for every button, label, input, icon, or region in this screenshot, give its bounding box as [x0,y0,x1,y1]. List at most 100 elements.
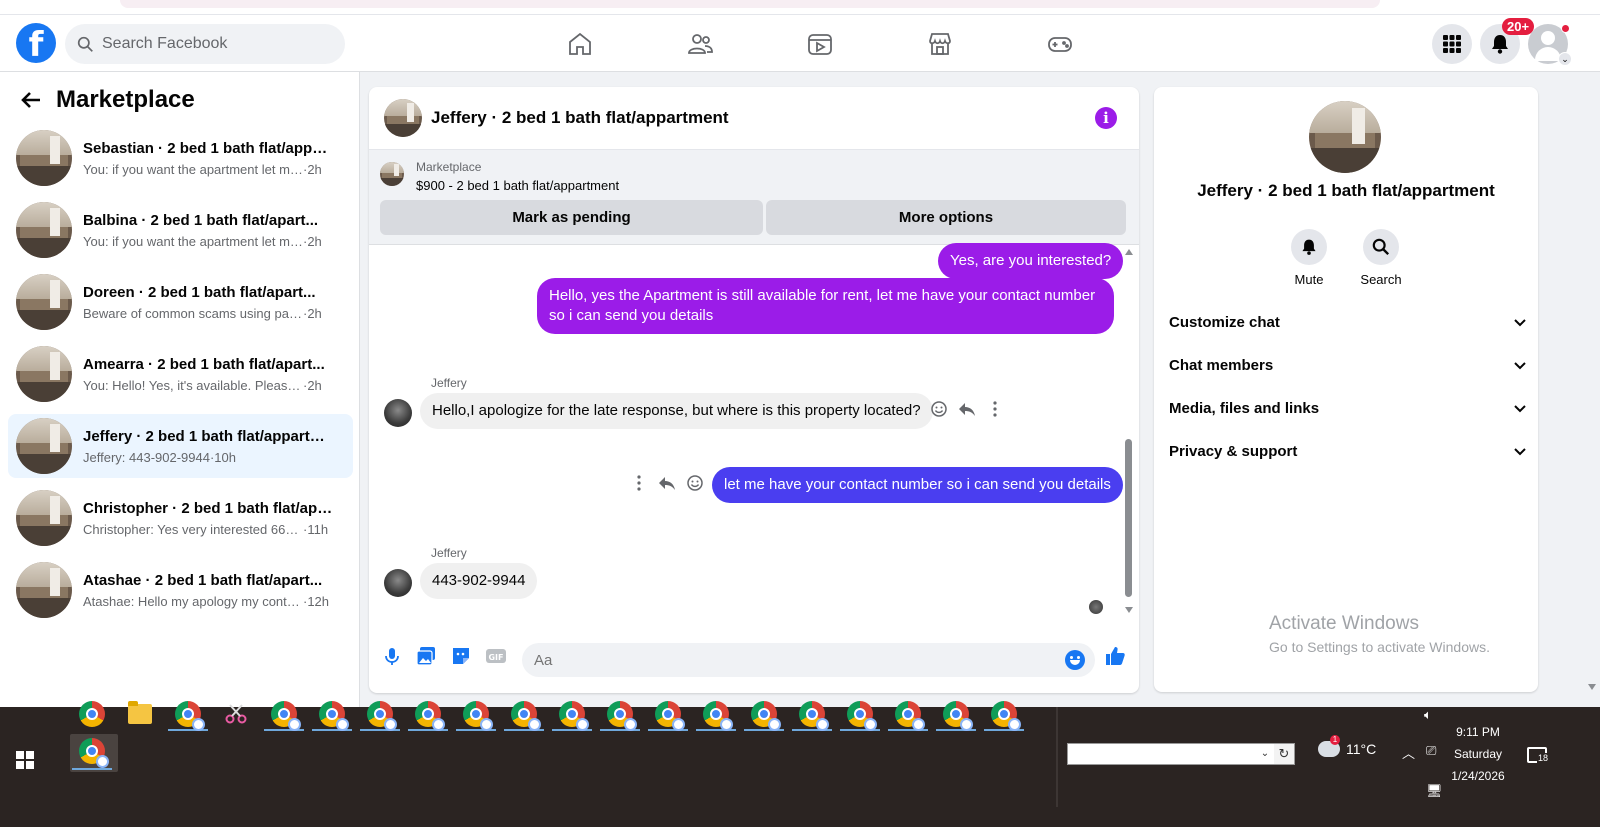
refresh-icon[interactable]: ↻ [1274,744,1294,764]
sender-avatar[interactable] [384,399,412,427]
taskbar-chrome-profile[interactable] [550,697,594,731]
taskbar-file-explorer[interactable] [118,697,162,731]
chrome-icon [943,701,973,731]
action-center-icon[interactable]: 18 [1527,747,1550,763]
profile-avatar[interactable]: ⌄ [1528,24,1572,66]
react-emoji-icon[interactable] [930,400,948,418]
search-button-circle[interactable] [1363,229,1399,265]
sender-avatar[interactable] [384,569,412,597]
taskbar-chrome-profile[interactable] [886,697,930,731]
taskbar-chrome-active[interactable] [70,734,114,770]
nav-video[interactable] [760,25,880,63]
scroll-down-icon[interactable] [1588,684,1596,690]
scroll-down-icon[interactable] [1125,607,1133,613]
conversation-item[interactable]: Sebastian · 2 bed 1 bath flat/appar... Yo… [8,126,353,190]
gif-icon[interactable]: GIF [485,645,507,667]
chat-scrollbar[interactable] [1125,249,1133,613]
taskbar-chrome-profile[interactable] [310,697,354,731]
message-input[interactable] [534,651,1054,669]
message-incoming[interactable]: Hello,I apologize for the late response,… [420,393,933,429]
sticker-icon[interactable] [450,645,472,667]
taskbar-chrome-profile[interactable] [262,697,306,731]
info-icon[interactable]: i [1095,107,1117,129]
reply-icon[interactable] [658,474,676,492]
show-hidden-icons[interactable]: ︿ [1402,743,1415,762]
message-outgoing[interactable]: Hello, yes the Apartment is still availa… [537,278,1114,334]
reply-icon[interactable] [958,400,976,418]
meet-icon[interactable]: ⎚ [1426,743,1436,759]
volume-icon[interactable]: 🔈︎ [1424,707,1432,723]
conversation-snippet: Atashae: Hello my apology my conta... [83,593,303,609]
message-outgoing[interactable]: Yes, are you interested? [938,243,1124,279]
taskbar-chrome-profile[interactable] [406,697,450,731]
taskbar-chrome-profile[interactable] [694,697,738,731]
taskbar-chrome-profile[interactable] [598,697,642,731]
section-privacy-support[interactable]: Privacy & support [1169,430,1527,473]
more-options-button[interactable]: More options [766,200,1126,235]
taskbar-chrome-profile[interactable] [454,697,498,731]
nav-marketplace[interactable] [880,25,1000,63]
microphone-icon[interactable] [381,645,403,667]
taskbar-chrome-profile[interactable] [838,697,882,731]
listing-thumbnail-small[interactable] [380,162,404,186]
page-scrollbar[interactable] [1585,72,1600,692]
listing-title[interactable]: $900 - 2 bed 1 bath flat/appartment [416,178,619,193]
taskbar-chrome-profile[interactable] [982,697,1026,731]
conversation-item[interactable]: Atashae · 2 bed 1 bath flat/apart... Atas… [8,558,353,622]
taskbar-chrome-profile[interactable] [790,697,834,731]
photo-icon[interactable] [415,645,437,667]
section-media-files-links[interactable]: Media, files and links [1169,387,1527,430]
conversation-item[interactable]: Balbina · 2 bed 1 bath flat/apart... You:… [8,198,353,262]
nav-gaming[interactable] [1000,25,1120,63]
section-customize-chat[interactable]: Customize chat [1169,301,1527,344]
mark-as-pending-button[interactable]: Mark as pending [380,200,763,235]
scroll-up-icon[interactable] [1125,249,1133,255]
chevron-down-icon[interactable]: ⌄ [1256,744,1274,764]
message-incoming[interactable]: 443-902-9944 [420,563,538,599]
mute-button[interactable]: Mute [1290,229,1328,287]
sidebar-title: Marketplace [56,86,195,113]
taskbar-chrome-profile[interactable] [502,697,546,731]
section-chat-members[interactable]: Chat members [1169,344,1527,387]
conversation-item[interactable]: Doreen · 2 bed 1 bath flat/apart... Bewar… [8,270,353,334]
notifications-button[interactable]: 20+ [1480,18,1535,64]
taskbar-chrome-profile[interactable] [742,697,786,731]
thumbs-up-icon[interactable] [1104,645,1126,667]
react-emoji-icon[interactable] [686,474,704,492]
taskbar-chrome-profile[interactable] [358,697,402,731]
conversation-item[interactable]: Christopher · 2 bed 1 bath flat/app... Ch… [8,486,353,550]
nav-home[interactable] [520,25,640,63]
conversation-snippet: Jeffery: 443-902-9944 [83,449,210,465]
scroll-thumb[interactable] [1125,439,1132,597]
more-vertical-icon[interactable] [630,474,648,492]
listing-thumbnail [16,202,72,258]
back-button[interactable] [18,87,44,113]
windows-start-button[interactable] [16,751,34,769]
conversation-item-active[interactable]: Jeffery · 2 bed 1 bath flat/appartm... Je… [8,414,353,478]
nav-friends[interactable] [640,25,760,63]
system-clock[interactable]: 9:11 PM Saturday 1/24/2026 [1440,721,1516,787]
message-input-field[interactable] [522,643,1095,677]
search-facebook[interactable] [65,24,345,64]
conversation-name: Atashae · 2 bed 1 bath flat/apart... [83,571,323,589]
taskbar-chrome-profile[interactable] [646,697,690,731]
listing-thumbnail[interactable] [384,99,422,137]
weather-widget[interactable]: 1 11°C [1316,735,1376,757]
taskbar-chrome[interactable] [70,697,114,731]
listing-photo[interactable] [1309,101,1381,173]
more-vertical-icon[interactable] [986,400,1004,418]
search-conversation-button[interactable]: Search [1360,229,1402,287]
conversation-item[interactable]: Amearra · 2 bed 1 bath flat/apart... You:… [8,342,353,406]
taskbar-chrome-profile[interactable] [934,697,978,731]
search-input[interactable] [102,35,322,53]
message-outgoing[interactable]: let me have your contact number so i can… [712,467,1123,503]
taskbar-snipping-tool[interactable] [214,697,258,731]
facebook-logo[interactable]: f [16,23,56,63]
menu-button[interactable] [1432,24,1472,64]
taskbar-address-box[interactable]: ⌄ ↻ [1067,743,1295,765]
taskbar-chrome-profile[interactable] [166,697,210,731]
chat-title[interactable]: Jeffery · 2 bed 1 bath flat/appartment [431,108,729,128]
emoji-icon[interactable] [1065,650,1085,670]
mute-button-circle[interactable] [1291,229,1327,265]
message-actions [930,400,1004,418]
